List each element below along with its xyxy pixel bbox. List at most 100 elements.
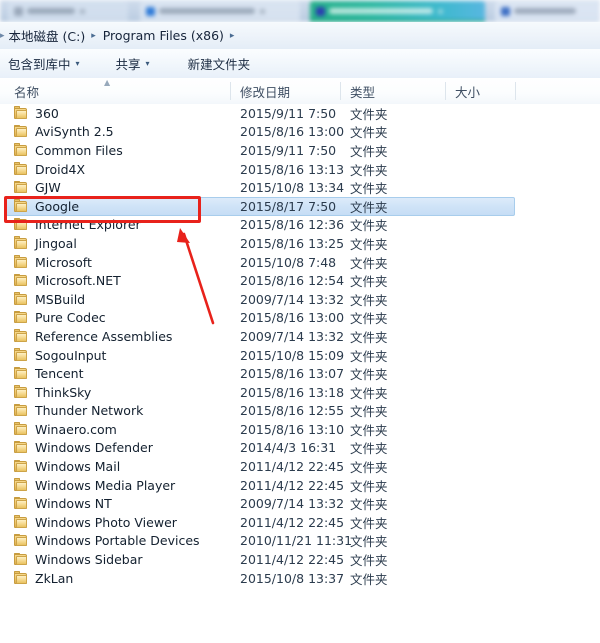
file-name-cell[interactable]: Jingoal (14, 236, 77, 251)
file-name-cell[interactable]: Common Files (14, 143, 123, 158)
table-row[interactable]: AviSynth 2.5 2015/8/16 13:00 文件夹 (0, 123, 600, 142)
file-name-label: Tencent (35, 366, 84, 382)
tab-title-blur (514, 8, 576, 14)
folder-icon (14, 533, 27, 547)
file-date-modified-cell: 2011/4/12 22:45 (240, 459, 345, 475)
breadcrumb-item-program-files-x86[interactable]: Program Files (x86) (102, 28, 225, 43)
table-row[interactable]: Windows Media Player 2011/4/12 22:45 文件夹 (0, 476, 600, 495)
tab-close-icon[interactable] (260, 8, 265, 14)
file-name-cell[interactable]: Microsoft.NET (14, 273, 121, 288)
folder-icon (14, 106, 27, 119)
file-name-cell[interactable]: Thunder Network (14, 403, 143, 418)
tab-close-icon[interactable] (80, 8, 85, 14)
file-name-cell[interactable]: AviSynth 2.5 (14, 124, 114, 139)
table-row[interactable]: Droid4X 2015/8/16 13:13 文件夹 (0, 160, 600, 179)
file-type-cell: 文件夹 (350, 553, 388, 569)
file-name-cell[interactable]: Windows NT (14, 496, 112, 511)
column-header-date-modified[interactable]: 修改日期 (230, 78, 340, 104)
table-row[interactable]: Microsoft 2015/10/8 7:48 文件夹 (0, 253, 600, 272)
file-list[interactable]: 360 2015/9/11 7:50 文件夹 AviSynth 2.5 2015/8/1… (0, 104, 600, 643)
table-row[interactable]: Jingoal 2015/8/16 13:25 文件夹 (0, 234, 600, 253)
folder-icon (14, 366, 27, 380)
table-row[interactable]: Windows Photo Viewer 2011/4/12 22:45 文件夹 (0, 513, 600, 532)
address-bar[interactable]: ▸ 本地磁盘 (C:) ▸ Program Files (x86) ▸ (0, 22, 600, 50)
breadcrumb[interactable]: ▸ 本地磁盘 (C:) ▸ Program Files (x86) ▸ (0, 26, 240, 45)
file-name-cell[interactable]: Pure Codec (14, 310, 106, 325)
column-header-name[interactable]: 名称 (4, 78, 230, 104)
file-type-cell: 文件夹 (350, 236, 388, 252)
file-date-modified-cell: 2011/4/12 22:45 (240, 514, 345, 530)
table-row[interactable]: 360 2015/9/11 7:50 文件夹 (0, 104, 600, 123)
table-row[interactable]: Microsoft.NET 2015/8/16 12:54 文件夹 (0, 271, 600, 290)
column-header-size[interactable]: 大小 (445, 78, 515, 104)
browser-tab-active[interactable] (310, 1, 485, 21)
share-button[interactable]: 共享 ▾ (108, 53, 158, 75)
file-name-label: SogouInput (35, 347, 107, 363)
file-name-cell[interactable]: Tencent (14, 366, 84, 381)
table-row[interactable]: Tencent 2015/8/16 13:07 文件夹 (0, 364, 600, 383)
table-row[interactable]: Windows NT 2009/7/14 13:32 文件夹 (0, 494, 600, 513)
chevron-down-icon: ▾ (145, 58, 150, 68)
browser-tab-2[interactable] (140, 1, 300, 21)
file-name-cell[interactable]: Google (14, 199, 79, 214)
file-type-cell: 文件夹 (350, 497, 388, 513)
file-name-cell[interactable]: ZkLan (14, 571, 73, 586)
file-date-modified-cell: 2015/8/16 13:13 (240, 161, 345, 177)
file-name-label: ThinkSky (35, 384, 92, 400)
file-date-modified-cell: 2015/8/16 13:10 (240, 421, 345, 437)
breadcrumb-separator-icon[interactable]: ▸ (86, 31, 102, 41)
file-name-cell[interactable]: Windows Media Player (14, 478, 175, 493)
file-date-modified-cell: 2015/9/11 7:50 (240, 105, 337, 121)
browser-tab-4[interactable] (495, 1, 600, 21)
file-name-cell[interactable]: Windows Defender (14, 440, 153, 455)
column-header-type[interactable]: 类型 (340, 78, 445, 104)
browser-tab-1[interactable] (8, 1, 128, 21)
explorer-window: ▸ 本地磁盘 (C:) ▸ Program Files (x86) ▸ 包含到库… (0, 0, 600, 643)
breadcrumb-item-drive-c[interactable]: 本地磁盘 (C:) (8, 26, 87, 45)
table-row[interactable]: GJW 2015/10/8 13:34 文件夹 (0, 178, 600, 197)
table-row[interactable]: Winaero.com 2015/8/16 13:10 文件夹 (0, 420, 600, 439)
share-label: 共享 (115, 57, 141, 72)
table-row[interactable]: Common Files 2015/9/11 7:50 文件夹 (0, 141, 600, 160)
table-row[interactable]: Windows Defender 2014/4/3 16:31 文件夹 (0, 439, 600, 458)
folder-icon (14, 422, 27, 435)
table-row[interactable]: ThinkSky 2015/8/16 13:18 文件夹 (0, 383, 600, 402)
file-name-cell[interactable]: 360 (14, 106, 59, 121)
file-name-cell[interactable]: Reference Assemblies (14, 329, 172, 344)
file-name-label: Droid4X (35, 161, 86, 177)
folder-icon (14, 124, 27, 138)
folder-icon (14, 515, 27, 528)
folder-icon (14, 403, 27, 417)
file-name-cell[interactable]: ThinkSky (14, 385, 91, 400)
table-row[interactable]: Reference Assemblies 2009/7/14 13:32 文件夹 (0, 327, 600, 346)
file-type-cell: 文件夹 (350, 404, 388, 420)
column-divider[interactable] (515, 82, 516, 100)
file-name-cell[interactable]: Winaero.com (14, 422, 117, 437)
table-row[interactable]: Thunder Network 2015/8/16 12:55 文件夹 (0, 402, 600, 421)
tab-close-icon[interactable] (438, 8, 443, 14)
table-row[interactable]: Windows Portable Devices 2010/11/21 11:31… (0, 532, 600, 551)
file-name-cell[interactable]: MSBuild (14, 292, 85, 307)
include-in-library-button[interactable]: 包含到库中 ▾ (0, 53, 88, 75)
table-row[interactable]: Pure Codec 2015/8/16 13:00 文件夹 (0, 309, 600, 328)
file-name-label: Windows NT (35, 496, 112, 512)
file-name-cell[interactable]: Microsoft (14, 255, 92, 270)
file-date-modified-cell: 2011/4/12 22:45 (240, 477, 345, 493)
tab-title-blur (159, 8, 255, 14)
file-name-cell[interactable]: Windows Photo Viewer (14, 515, 177, 530)
file-name-cell[interactable]: Windows Portable Devices (14, 533, 200, 548)
file-name-cell[interactable]: Droid4X (14, 162, 85, 177)
file-name-label: Windows Defender (35, 440, 153, 456)
table-row[interactable]: Windows Sidebar 2011/4/12 22:45 文件夹 (0, 550, 600, 569)
table-row[interactable]: Windows Mail 2011/4/12 22:45 文件夹 (0, 457, 600, 476)
table-row[interactable]: ZkLan 2015/10/8 13:37 文件夹 (0, 569, 600, 588)
file-name-cell[interactable]: SogouInput (14, 348, 106, 363)
file-name-cell[interactable]: Windows Sidebar (14, 552, 143, 567)
file-name-cell[interactable]: Windows Mail (14, 459, 120, 474)
file-name-cell[interactable]: GJW (14, 180, 61, 195)
table-row[interactable]: MSBuild 2009/7/14 13:32 文件夹 (0, 290, 600, 309)
new-folder-button[interactable]: 新建文件夹 (180, 53, 259, 75)
breadcrumb-separator-icon[interactable]: ▸ (225, 31, 241, 41)
table-row[interactable]: SogouInput 2015/10/8 15:09 文件夹 (0, 346, 600, 365)
command-toolbar: 包含到库中 ▾ 共享 ▾ 新建文件夹 (0, 49, 600, 79)
